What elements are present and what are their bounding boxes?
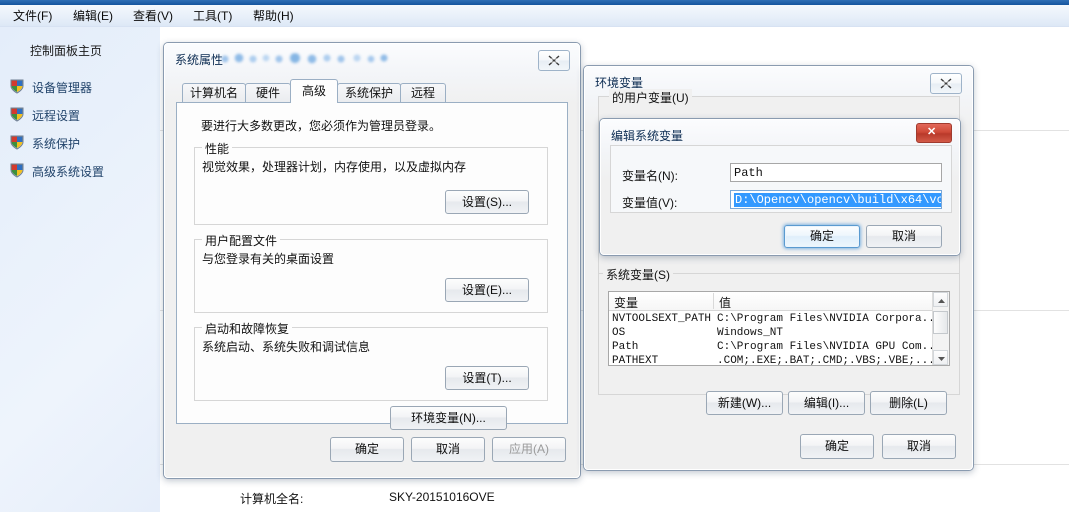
sidebar-item-label: 系统保护 (32, 137, 81, 151)
admin-notice: 要进行大多数更改，您必须作为管理员登录。 (201, 119, 442, 133)
sidebar-item-label: 设备管理器 (32, 81, 93, 95)
shield-icon (10, 163, 24, 178)
edit-system-variable-dialog: 编辑系统变量 ✕ 变量名(N): Path 变量值(V): D:\Opencv\… (599, 118, 961, 256)
edit-ok-button[interactable]: 确定 (784, 225, 860, 248)
cell-value: C:\Program Files\NVIDIA Corpora... (717, 313, 942, 325)
column-separator[interactable] (713, 293, 714, 309)
tab-computer-name[interactable]: 计算机名 (182, 83, 246, 102)
sidebar-item-advanced-system-settings[interactable]: 高级系统设置 (8, 161, 156, 181)
system-properties-title: 系统属性 (175, 53, 224, 67)
scrollbar-thumb[interactable] (933, 311, 948, 334)
close-icon[interactable] (538, 50, 570, 71)
new-system-variable-button[interactable]: 新建(W)... (706, 391, 783, 415)
table-row[interactable]: NVTOOLSEXT_PATH C:\Program Files\NVIDIA … (609, 313, 949, 327)
computer-fullname-label: 计算机全名: (240, 492, 304, 506)
sidebar-item-system-protection[interactable]: 系统保护 (8, 133, 156, 153)
variable-value-input[interactable]: D:\Opencv\opencv\build\x64\vc14\bin (730, 190, 942, 209)
close-icon[interactable]: ✕ (916, 123, 952, 143)
redacted-title-text (219, 53, 397, 64)
menu-bar: 文件(F) 编辑(E) 查看(V) 工具(T) 帮助(H) (0, 5, 1069, 28)
startup-recovery-description: 系统启动、系统失败和调试信息 (202, 340, 371, 354)
cell-value: .COM;.EXE;.BAT;.CMD;.VBS;.VBE;... (717, 355, 935, 366)
variable-name-label: 变量名(N): (622, 169, 678, 183)
shield-icon (10, 135, 24, 150)
screen: 文件(F) 编辑(E) 查看(V) 工具(T) 帮助(H) 控制面板主页 设备管… (0, 0, 1069, 512)
cell-value: C:\Program Files\NVIDIA GPU Com... (717, 341, 942, 353)
tabstrip: 计算机名 硬件 高级 系统保护 远程 (176, 79, 566, 103)
close-glyph (548, 55, 560, 66)
edit-system-variable-button[interactable]: 编辑(I)... (788, 391, 865, 415)
table-row[interactable]: Path C:\Program Files\NVIDIA GPU Com... (609, 341, 949, 355)
edit-cancel-button[interactable]: 取消 (866, 225, 942, 248)
user-variables-caption: 的用户变量(U) (609, 89, 692, 106)
sysprops-cancel-button[interactable]: 取消 (411, 437, 485, 462)
vertical-scrollbar[interactable] (932, 292, 949, 365)
tab-hardware[interactable]: 硬件 (245, 83, 291, 102)
delete-system-variable-button[interactable]: 删除(L) (870, 391, 947, 415)
chevron-up-icon (938, 299, 945, 303)
cell-variable: Path (612, 341, 639, 353)
scroll-up-arrow-icon[interactable] (933, 292, 948, 307)
close-icon[interactable] (930, 73, 962, 94)
menu-item-tools[interactable]: 工具(T) (188, 8, 237, 25)
sidebar: 控制面板主页 设备管理器 远程设置 系统保护 高级系统设置 (0, 27, 160, 512)
scroll-down-arrow-icon[interactable] (933, 350, 948, 365)
sidebar-item-label: 远程设置 (32, 109, 81, 123)
menu-item-file[interactable]: 文件(F) (8, 8, 57, 25)
sidebar-item-home[interactable]: 控制面板主页 (30, 42, 102, 59)
menu-item-view[interactable]: 查看(V) (128, 8, 178, 25)
cell-variable: PATHEXT (612, 355, 659, 366)
performance-group: 性能 视觉效果，处理器计划，内存使用，以及虚拟内存 设置(S)... (194, 140, 548, 225)
performance-settings-button[interactable]: 设置(S)... (445, 190, 529, 214)
tab-remote[interactable]: 远程 (400, 83, 446, 102)
menu-item-help[interactable]: 帮助(H) (248, 8, 299, 25)
sidebar-item-device-manager[interactable]: 设备管理器 (8, 77, 156, 97)
computer-fullname-value: SKY-20151016OVE (389, 490, 495, 504)
menu-item-edit[interactable]: 编辑(E) (68, 8, 118, 25)
variable-value-value: D:\Opencv\opencv\build\x64\vc14\bin (734, 193, 941, 207)
user-profiles-group-caption: 用户配置文件 (202, 232, 281, 249)
advanced-tab-panel: 要进行大多数更改，您必须作为管理员登录。 性能 视觉效果，处理器计划，内存使用，… (176, 102, 568, 430)
startup-recovery-group: 启动和故障恢复 系统启动、系统失败和调试信息 设置(T)... (194, 320, 548, 401)
system-properties-dialog: 系统属性 计算机名 硬件 高级 系统保护 远程 要进行大多数更改，您必须作为管理… (163, 42, 581, 479)
user-profiles-group: 用户配置文件 与您登录有关的桌面设置 设置(E)... (194, 232, 548, 313)
shield-icon (10, 79, 24, 94)
sysprops-ok-button[interactable]: 确定 (330, 437, 404, 462)
cell-variable: OS (612, 327, 626, 339)
tab-system-protection[interactable]: 系统保护 (337, 83, 401, 102)
tab-advanced[interactable]: 高级 (290, 79, 338, 103)
chevron-down-icon (938, 357, 945, 361)
system-variables-list[interactable]: 变量 值 NVTOOLSEXT_PATH C:\Program Files\NV… (608, 291, 950, 366)
shield-icon (10, 107, 24, 122)
sidebar-item-remote-settings[interactable]: 远程设置 (8, 105, 156, 125)
performance-description: 视觉效果，处理器计划，内存使用，以及虚拟内存 (202, 160, 467, 174)
sysprops-apply-button: 应用(A) (492, 437, 566, 462)
envvars-ok-button[interactable]: 确定 (800, 434, 874, 459)
cell-variable: NVTOOLSEXT_PATH (612, 313, 712, 325)
column-header-variable[interactable]: 变量 (614, 294, 638, 311)
envvars-cancel-button[interactable]: 取消 (882, 434, 956, 459)
system-variables-caption: 系统变量(S) (603, 266, 673, 283)
table-row[interactable]: PATHEXT .COM;.EXE;.BAT;.CMD;.VBS;.VBE;..… (609, 355, 949, 366)
variable-name-input[interactable]: Path (730, 163, 942, 182)
variable-value-label: 变量值(V): (622, 196, 678, 210)
cell-value: Windows_NT (717, 327, 784, 339)
close-glyph (940, 78, 952, 89)
list-header: 变量 值 (609, 292, 949, 311)
user-profiles-description: 与您登录有关的桌面设置 (202, 252, 335, 266)
startup-recovery-settings-button[interactable]: 设置(T)... (445, 366, 529, 390)
column-header-value[interactable]: 值 (719, 294, 731, 311)
sidebar-item-label: 高级系统设置 (32, 165, 105, 179)
environment-variables-button[interactable]: 环境变量(N)... (390, 406, 507, 430)
variable-name-value: Path (734, 166, 763, 180)
performance-group-caption: 性能 (202, 140, 233, 157)
close-glyph: ✕ (927, 126, 937, 138)
user-profiles-settings-button[interactable]: 设置(E)... (445, 278, 529, 302)
table-row[interactable]: OS Windows_NT (609, 327, 949, 341)
startup-recovery-group-caption: 启动和故障恢复 (202, 320, 293, 337)
edit-system-variable-title: 编辑系统变量 (611, 129, 684, 143)
